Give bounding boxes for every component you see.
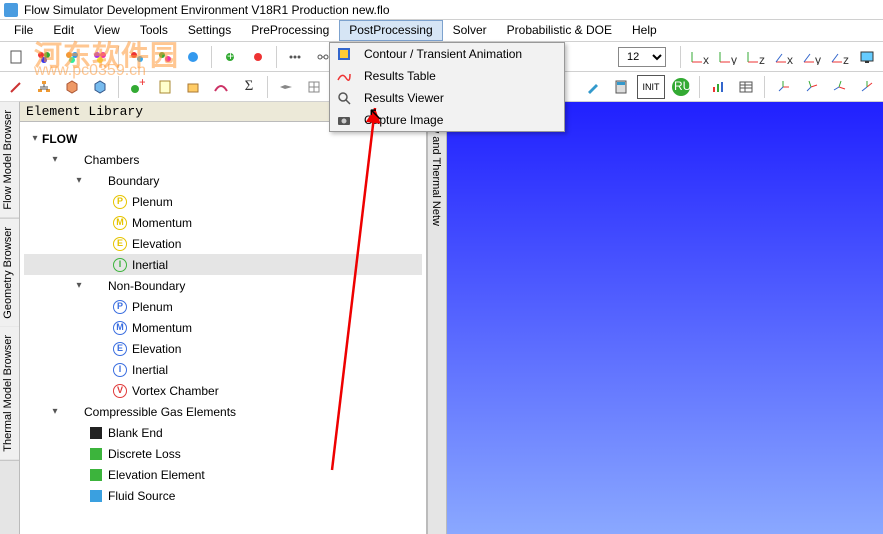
svg-text:y: y [731, 53, 737, 65]
tool-run-icon[interactable]: RUN [669, 75, 693, 99]
tree-item[interactable]: PPlenum [24, 191, 422, 212]
element-tree[interactable]: ▾FLOW▾Chambers▾BoundaryPPlenumMMomentumE… [20, 122, 426, 534]
tool-wand-icon[interactable] [4, 75, 28, 99]
axis3d-2-icon[interactable] [799, 75, 823, 99]
svg-text:+: + [139, 79, 145, 89]
tree-item[interactable]: VVortex Chamber [24, 380, 422, 401]
dropdown-capture-image[interactable]: Capture Image [330, 109, 564, 131]
tree-item[interactable]: ▾Non-Boundary [24, 275, 422, 296]
tree-item[interactable]: MMomentum [24, 317, 422, 338]
tree-item[interactable]: IInertial [24, 359, 422, 380]
contour-anim-icon [330, 46, 358, 62]
tree-item[interactable]: PPlenum [24, 296, 422, 317]
postprocessing-dropdown: Contour / Transient Animation Results Ta… [329, 42, 565, 132]
viewport-canvas[interactable] [447, 102, 883, 534]
tool-molecule6-icon[interactable] [181, 45, 205, 69]
svg-text:z: z [759, 53, 765, 65]
tool-box-icon[interactable] [181, 75, 205, 99]
tool-addnode-icon[interactable]: + [125, 75, 149, 99]
dropdown-item-label: Capture Image [358, 113, 443, 127]
axis-y2-icon[interactable]: y [799, 45, 823, 69]
axis3d-4-icon[interactable] [855, 75, 879, 99]
tree-item[interactable]: EElevation [24, 233, 422, 254]
menubar: File Edit View Tools Settings PreProcess… [0, 20, 883, 42]
svg-text:x: x [703, 53, 709, 65]
tool-remove-icon[interactable] [246, 45, 270, 69]
tool-molecule5-icon[interactable] [153, 45, 177, 69]
tool-tree-icon[interactable] [32, 75, 56, 99]
tool-sigma-icon[interactable]: Σ [237, 75, 261, 99]
tree-item[interactable]: Elevation Element [24, 464, 422, 485]
tool-molecule3-icon[interactable] [88, 45, 112, 69]
menu-preprocessing[interactable]: PreProcessing [241, 20, 339, 41]
tool-cube1-icon[interactable] [60, 75, 84, 99]
tab-thermal-model-browser[interactable]: Thermal Model Browser [0, 327, 19, 461]
tab-geometry-browser[interactable]: Geometry Browser [0, 219, 19, 328]
app-icon [4, 3, 18, 17]
tool-add-icon[interactable]: + [218, 45, 242, 69]
svg-text:z: z [843, 53, 849, 65]
dropdown-item-label: Results Table [358, 69, 436, 83]
tool-plane-icon[interactable] [274, 75, 298, 99]
tool-calc-icon[interactable] [609, 75, 633, 99]
tool-init-icon[interactable]: INIT [637, 75, 665, 99]
dropdown-item-label: Contour / Transient Animation [358, 47, 522, 61]
tool-curve-icon[interactable] [209, 75, 233, 99]
dropdown-results-viewer[interactable]: Results Viewer [330, 87, 564, 109]
dropdown-contour-animation[interactable]: Contour / Transient Animation [330, 43, 564, 65]
tree-item[interactable]: ▾Chambers [24, 149, 422, 170]
tree-item[interactable]: ▾Compressible Gas Elements [24, 401, 422, 422]
tool-molecule2-icon[interactable] [60, 45, 84, 69]
dropdown-results-table[interactable]: Results Table [330, 65, 564, 87]
axis-x2-icon[interactable]: x [771, 45, 795, 69]
menu-solver[interactable]: Solver [443, 20, 497, 41]
menu-probabilistic[interactable]: Probabilistic & DOE [497, 20, 622, 41]
tree-item[interactable]: Discrete Loss [24, 443, 422, 464]
tool-pen-icon[interactable] [581, 75, 605, 99]
tool-table-icon[interactable] [734, 75, 758, 99]
tree-item[interactable]: ▾Boundary [24, 170, 422, 191]
menu-settings[interactable]: Settings [178, 20, 241, 41]
dropdown-item-label: Results Viewer [358, 91, 444, 105]
menu-edit[interactable]: Edit [43, 20, 84, 41]
menu-postprocessing[interactable]: PostProcessing [339, 20, 442, 41]
menu-tools[interactable]: Tools [130, 20, 178, 41]
tree-item[interactable]: Fluid Source [24, 485, 422, 506]
screen-icon[interactable] [855, 45, 879, 69]
left-tab-strip: Flow Model Browser Geometry Browser Ther… [0, 102, 20, 534]
tree-item[interactable]: MMomentum [24, 212, 422, 233]
results-table-icon [330, 68, 358, 84]
svg-text:RUN: RUN [674, 79, 691, 93]
results-viewer-icon [330, 90, 358, 106]
tree-item[interactable]: IInertial [24, 254, 422, 275]
axis-y-icon[interactable]: y [715, 45, 739, 69]
axis-x-icon[interactable]: x [687, 45, 711, 69]
font-size-combo[interactable]: 12 [618, 47, 666, 67]
axis-z2-icon[interactable]: z [827, 45, 851, 69]
tool-chart-icon[interactable] [706, 75, 730, 99]
tab-flow-model-browser[interactable]: Flow Model Browser [0, 102, 19, 219]
tool-page-icon[interactable] [153, 75, 177, 99]
axis3d-3-icon[interactable] [827, 75, 851, 99]
svg-text:y: y [815, 53, 821, 65]
window-title: Flow Simulator Development Environment V… [24, 3, 390, 17]
menu-file[interactable]: File [4, 20, 43, 41]
tool-dots-icon[interactable] [283, 45, 307, 69]
tool-mesh-icon[interactable] [302, 75, 326, 99]
tool-cube2-icon[interactable] [88, 75, 112, 99]
axis3d-1-icon[interactable] [771, 75, 795, 99]
menu-help[interactable]: Help [622, 20, 667, 41]
menu-view[interactable]: View [84, 20, 130, 41]
svg-text:+: + [227, 49, 234, 63]
svg-text:x: x [787, 53, 793, 65]
tool-new-icon[interactable] [4, 45, 28, 69]
axis-z-icon[interactable]: z [743, 45, 767, 69]
tree-item[interactable]: EElevation [24, 338, 422, 359]
tree-item[interactable]: Blank End [24, 422, 422, 443]
capture-image-icon [330, 112, 358, 128]
tool-molecule1-icon[interactable] [32, 45, 56, 69]
tool-molecule4-icon[interactable] [125, 45, 149, 69]
